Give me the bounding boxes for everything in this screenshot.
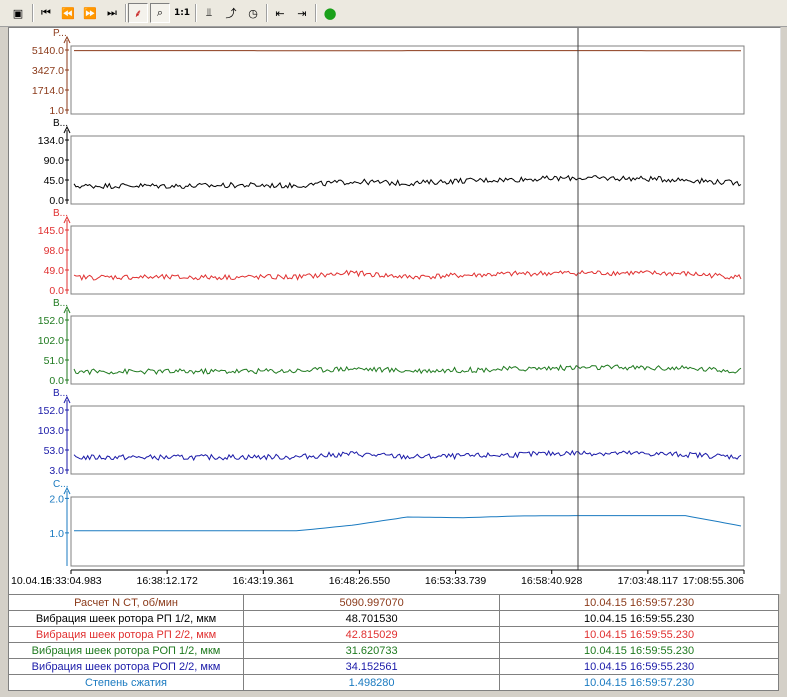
series-name: C... xyxy=(53,479,69,490)
zoom-reset-button[interactable]: 1:1 xyxy=(172,3,192,23)
chart-panel xyxy=(70,405,745,475)
time-cell: 10.04.15 16:59:57.230 xyxy=(499,674,779,691)
tick-label: 134.0 xyxy=(38,135,64,147)
value-cell: 48.701530 xyxy=(243,610,501,627)
pen-icon[interactable]: ⫫ xyxy=(199,3,219,23)
table-row[interactable]: Вибрация шеек ротора РОП 1/2, мкм 31.6207… xyxy=(7,642,779,659)
table-row[interactable]: Вибрация шеек ротора РОП 2/2, мкм 34.1525… xyxy=(7,658,779,675)
time-cell: 10.04.15 16:59:55.230 xyxy=(499,642,779,659)
plot-area[interactable]: P... 5140.0 3427.0 1714.0 1.0 B... 134.0 90.0 45… xyxy=(8,27,781,594)
tick-label: 1.0 xyxy=(49,528,64,540)
tick-label: 0.0 xyxy=(49,375,64,387)
x-tick-label: 16:43:19.361 xyxy=(233,575,294,587)
series-name: B... xyxy=(53,388,68,399)
time-cell: 10.04.15 16:59:55.230 xyxy=(499,610,779,627)
time-cell: 10.04.15 16:59:55.230 xyxy=(499,626,779,643)
table-row[interactable]: Степень сжатия 1.498280 10.04.15 16:59:57.… xyxy=(7,674,779,691)
tick-label: 53.0 xyxy=(44,445,65,457)
series-name-cell: Степень сжатия xyxy=(7,674,245,691)
chart-panel xyxy=(70,496,745,567)
x-tick-label: 16:38:12.172 xyxy=(136,575,197,587)
x-tick-label: 16:48:26.550 xyxy=(329,575,390,587)
tick-label: 3.0 xyxy=(49,465,64,477)
settings-icon[interactable]: ▣ xyxy=(8,3,28,23)
tick-label: 5140.0 xyxy=(32,45,64,57)
chart-panel xyxy=(70,45,745,115)
go-end-icon[interactable]: ⏭ xyxy=(102,3,122,23)
chart-panel xyxy=(70,225,745,295)
export-right-icon[interactable]: ⇥ xyxy=(292,3,312,23)
table-row[interactable]: Расчет N CT, об/мин 5090.997070 10.04.15 1… xyxy=(7,594,779,611)
chart-panel xyxy=(70,315,745,385)
fast-forward-icon[interactable]: ⏩ xyxy=(80,3,100,23)
tick-label: 152.0 xyxy=(38,405,64,417)
chart-mode-icon[interactable]: ⸙ xyxy=(128,3,148,23)
series-name: B... xyxy=(53,208,68,219)
tick-label: 0.0 xyxy=(49,285,64,297)
value-cell: 1.498280 xyxy=(243,674,501,691)
tick-label: 1714.0 xyxy=(32,85,64,97)
table-row[interactable]: Вибрация шеек ротора РП 1/2, мкм 48.70153… xyxy=(7,610,779,627)
tick-label: 90.0 xyxy=(44,155,65,167)
tick-label: 45.0 xyxy=(44,175,65,187)
export-left-icon[interactable]: ⇤ xyxy=(270,3,290,23)
series-name-cell: Вибрация шеек ротора РП 1/2, мкм xyxy=(7,610,245,627)
tick-label: 102.0 xyxy=(38,335,64,347)
toolbar: ▣ ⏮ ⏪ ⏩ ⏭ ⸙ ⌕ 1:1 ⫫ ⤴ ◷ ⇤ ⇥ ● xyxy=(0,0,787,27)
trend-charts[interactable]: P...5140.03427.01714.01.0B...134.090.045… xyxy=(9,28,780,594)
table-row[interactable]: Вибрация шеек ротора РП 2/2, мкм 42.81502… xyxy=(7,626,779,643)
series-name-cell: Вибрация шеек ротора РОП 2/2, мкм xyxy=(7,658,245,675)
series-name-cell: Вибрация шеек ротора РП 2/2, мкм xyxy=(7,626,245,643)
value-cell: 5090.997070 xyxy=(243,594,501,611)
clock-icon[interactable]: ◷ xyxy=(243,3,263,23)
tick-label: 1.0 xyxy=(49,105,64,117)
tick-label: 2.0 xyxy=(49,493,64,505)
x-tick-label: 17:03:48.117 xyxy=(618,575,679,587)
tick-label: 152.0 xyxy=(38,315,64,327)
x-tick-label: 16:58:40.928 xyxy=(521,575,582,587)
value-cell: 34.152561 xyxy=(243,658,501,675)
values-table: Расчет N CT, об/мин 5090.997070 10.04.15 1… xyxy=(7,594,779,691)
time-cell: 10.04.15 16:59:57.230 xyxy=(499,594,779,611)
tick-label: 0.0 xyxy=(49,195,64,207)
tick-label: 51.0 xyxy=(44,355,65,367)
x-axis-date: 10.04.15 xyxy=(11,575,52,587)
tick-label: 49.0 xyxy=(44,265,65,277)
series-name: P... xyxy=(53,28,67,39)
tick-label: 3427.0 xyxy=(32,65,64,77)
series-name: B... xyxy=(53,298,68,309)
tick-label: 145.0 xyxy=(38,225,64,237)
trend-icon[interactable]: ⤴ xyxy=(221,3,241,23)
series-name-cell: Вибрация шеек ротора РОП 1/2, мкм xyxy=(7,642,245,659)
x-tick-label: 16:53:33.739 xyxy=(425,575,486,587)
rewind-icon[interactable]: ⏪ xyxy=(58,3,78,23)
status-indicator-icon[interactable]: ● xyxy=(320,3,340,23)
series-name: B... xyxy=(53,118,68,129)
series-name-cell: Расчет N CT, об/мин xyxy=(7,594,245,611)
value-cell: 31.620733 xyxy=(243,642,501,659)
chart-panel xyxy=(70,135,745,205)
time-cell: 10.04.15 16:59:55.230 xyxy=(499,658,779,675)
x-tick-label: 17:08:55.306 xyxy=(683,575,744,587)
zoom-icon[interactable]: ⌕ xyxy=(150,3,170,23)
value-cell: 42.815029 xyxy=(243,626,501,643)
tick-label: 103.0 xyxy=(38,425,64,437)
go-start-icon[interactable]: ⏮ xyxy=(36,3,56,23)
tick-label: 98.0 xyxy=(44,245,65,257)
